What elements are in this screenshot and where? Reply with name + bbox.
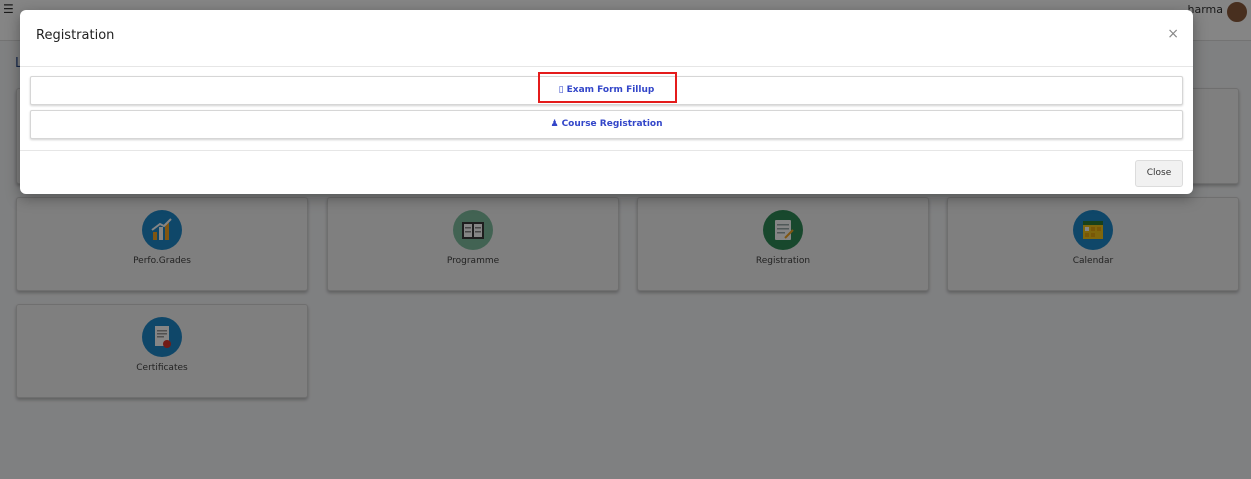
modal-footer: Close bbox=[20, 150, 1193, 195]
modal-header: Registration × bbox=[20, 10, 1193, 67]
highlight-box bbox=[538, 72, 677, 103]
registration-modal: Registration × ▯ Exam Form Fillup ♟ Course… bbox=[20, 10, 1193, 194]
users-icon: ♟ bbox=[550, 119, 559, 129]
modal-title: Registration bbox=[36, 28, 115, 43]
course-registration-button[interactable]: ♟ Course Registration bbox=[30, 110, 1183, 139]
close-icon[interactable]: × bbox=[1167, 26, 1179, 42]
course-registration-label: Course Registration bbox=[561, 119, 663, 129]
close-button[interactable]: Close bbox=[1135, 160, 1183, 187]
